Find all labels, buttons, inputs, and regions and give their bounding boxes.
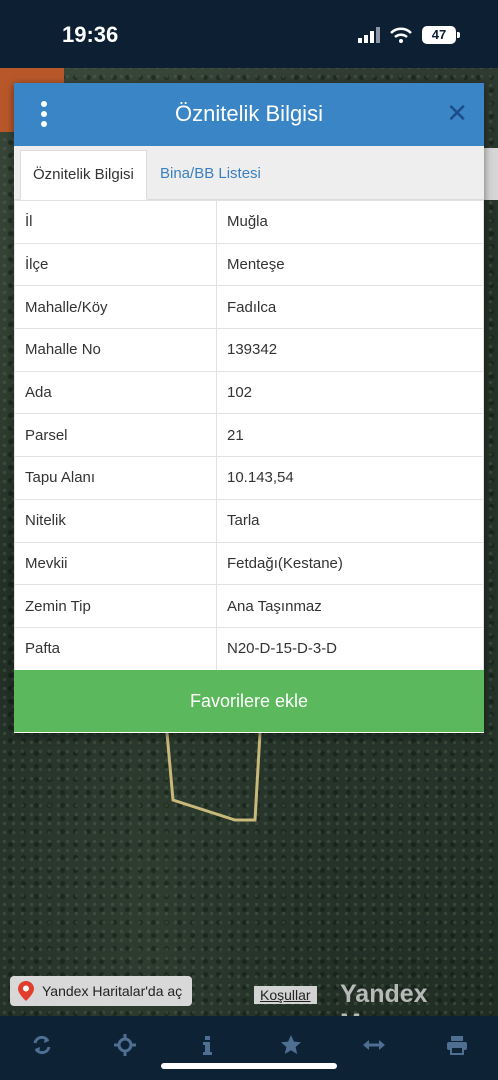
dialog-title: Öznitelik Bilgisi	[175, 101, 323, 126]
map-pin-icon	[18, 981, 34, 1001]
battery-icon: 47	[422, 26, 460, 44]
add-to-favorites-button[interactable]: Favorilere ekle	[14, 670, 484, 732]
terms-link[interactable]: Koşullar	[254, 986, 317, 1004]
dialog-header: Öznitelik Bilgisi ✕	[14, 83, 484, 146]
status-icons: 47	[358, 26, 460, 44]
open-in-yandex-label: Yandex Haritalar'da aç	[42, 983, 183, 999]
row-key: Mahalle No	[14, 328, 217, 372]
table-row: İl Muğla	[14, 200, 484, 244]
row-value: Fadılca	[216, 285, 484, 330]
dialog-tabs: Öznitelik Bilgisi Bina/BB Listesi	[14, 146, 484, 200]
row-value: 21	[216, 413, 484, 458]
row-key: Nitelik	[14, 498, 217, 543]
row-value: 139342	[216, 328, 484, 372]
row-value: 102	[216, 370, 484, 415]
table-row: Mahalle/Köy Fadılca	[14, 285, 484, 330]
locate-icon[interactable]	[112, 1034, 138, 1060]
table-row: Zemin Tip Ana Taşınmaz	[14, 584, 484, 628]
refresh-icon[interactable]	[29, 1034, 55, 1060]
row-key: İlçe	[14, 242, 217, 287]
home-indicator[interactable]	[161, 1063, 337, 1069]
table-row: Mahalle No 139342	[14, 328, 484, 372]
row-key: Zemin Tip	[14, 584, 217, 628]
row-key: Mahalle/Köy	[14, 285, 217, 330]
wifi-icon	[390, 27, 412, 43]
row-key: Ada	[14, 370, 217, 415]
star-icon[interactable]	[278, 1034, 304, 1060]
bottom-toolbar	[0, 1016, 498, 1080]
table-row: Nitelik Tarla	[14, 498, 484, 543]
attribute-table: İl Muğla İlçe Menteşe Mahalle/Köy Fadılca M…	[14, 200, 484, 671]
status-time: 19:36	[62, 22, 119, 47]
tab-building-list[interactable]: Bina/BB Listesi	[148, 150, 273, 200]
table-row: Ada 102	[14, 370, 484, 415]
open-in-yandex-button[interactable]: Yandex Haritalar'da aç	[10, 976, 193, 1006]
table-row: Pafta N20-D-15-D-3-D	[14, 626, 484, 671]
row-value: Ana Taşınmaz	[216, 584, 484, 628]
close-icon[interactable]: ✕	[446, 99, 468, 127]
table-row: Parsel 21	[14, 413, 484, 458]
row-key: Tapu Alanı	[14, 456, 217, 500]
row-key: İl	[14, 200, 217, 244]
attribute-info-dialog: Öznitelik Bilgisi ✕ Öznitelik Bilgisi Bi…	[14, 83, 484, 733]
row-key: Pafta	[14, 626, 217, 671]
row-value: N20-D-15-D-3-D	[216, 626, 484, 671]
row-value: 10.143,54	[216, 456, 484, 500]
row-value: Tarla	[216, 498, 484, 543]
status-bar: 19:36 47	[0, 0, 498, 68]
map-side-panel-edge[interactable]	[484, 148, 498, 200]
row-value: Fetdağı(Kestane)	[216, 541, 484, 586]
row-key: Parsel	[14, 413, 217, 458]
table-row: Mevkii Fetdağı(Kestane)	[14, 541, 484, 586]
signal-icon	[358, 27, 380, 43]
row-value: Muğla	[216, 200, 484, 244]
table-row: İlçe Menteşe	[14, 242, 484, 287]
info-icon[interactable]	[195, 1034, 221, 1060]
print-icon[interactable]	[444, 1034, 470, 1060]
table-row: Tapu Alanı 10.143,54	[14, 456, 484, 500]
row-value: Menteşe	[216, 242, 484, 287]
row-key: Mevkii	[14, 541, 217, 586]
tab-attribute-info[interactable]: Öznitelik Bilgisi	[20, 150, 147, 200]
measure-icon[interactable]	[361, 1034, 387, 1060]
